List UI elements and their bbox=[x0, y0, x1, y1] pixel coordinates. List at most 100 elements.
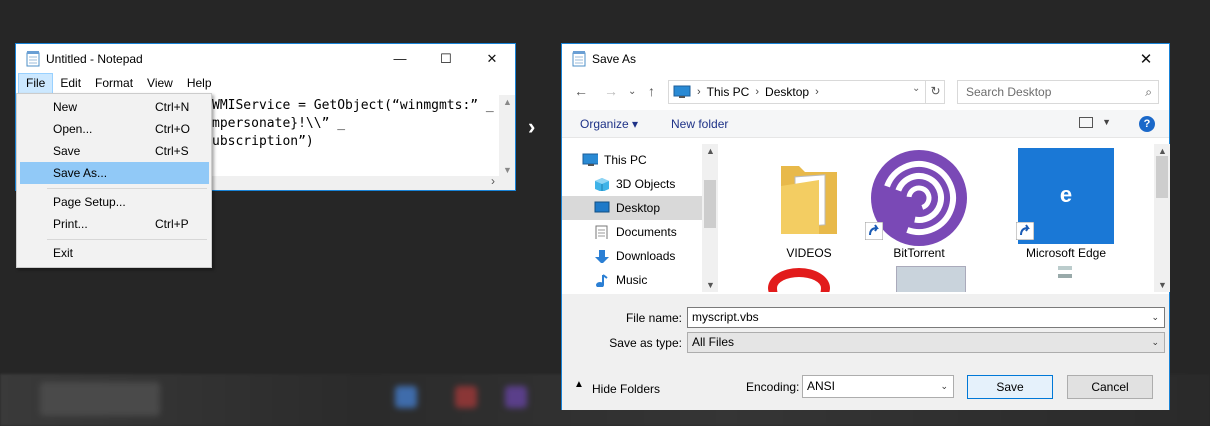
text-line: WMIService = GetObject(“winmgmts:” _ bbox=[212, 98, 494, 113]
dialog-toolbar: Organize ▾ New folder ▼ ? bbox=[562, 110, 1169, 138]
opera-icon bbox=[768, 268, 830, 292]
notepad-title: Untitled - Notepad bbox=[46, 51, 143, 66]
help-icon[interactable]: ? bbox=[1139, 116, 1155, 132]
cancel-button[interactable]: Cancel bbox=[1067, 375, 1153, 399]
search-input[interactable]: Search Desktop ⌕ bbox=[957, 80, 1159, 104]
search-icon: ⌕ bbox=[1145, 85, 1152, 99]
scroll-up-icon[interactable]: ▲ bbox=[1158, 146, 1167, 156]
save-button[interactable]: Save bbox=[967, 375, 1053, 399]
chevron-down-icon[interactable]: ⌄ bbox=[1151, 308, 1159, 327]
close-button[interactable]: ✕ bbox=[469, 44, 515, 73]
file-item-microsoft-edge[interactable]: e Microsoft Edge bbox=[1011, 144, 1121, 264]
refresh-icon[interactable]: ↻ bbox=[925, 80, 945, 104]
menu-edit[interactable]: Edit bbox=[53, 73, 88, 94]
address-row: ← → ⌄ ↑ › This PC › Desktop › ⌄ ↻ Search… bbox=[562, 78, 1169, 104]
dialog-title: Save As bbox=[592, 52, 637, 66]
text-line: mpersonate}!\\” _ bbox=[212, 116, 346, 131]
save-type-value: All Files bbox=[692, 335, 735, 349]
nav-label: Downloads bbox=[616, 249, 676, 263]
nav-item-downloads[interactable]: Downloads bbox=[562, 244, 702, 268]
menu-item-label: Page Setup... bbox=[53, 195, 126, 209]
organize-button[interactable]: Organize ▾ bbox=[580, 117, 638, 131]
menu-item-exit[interactable]: Exit bbox=[20, 242, 209, 264]
menu-help[interactable]: Help bbox=[180, 73, 219, 94]
notepad-menubar: File Edit Format View Help bbox=[16, 73, 515, 94]
taskbar-blur bbox=[505, 386, 527, 408]
save-type-label: Save as type: bbox=[609, 336, 682, 350]
file-list-scrollbar[interactable]: ▲ ▼ bbox=[1154, 144, 1170, 292]
notepad-vertical-scrollbar[interactable]: ▲ ▼ bbox=[499, 95, 515, 177]
chevron-down-icon[interactable]: ⌄ bbox=[1151, 333, 1159, 352]
music-icon bbox=[596, 274, 608, 287]
nav-item-desktop[interactable]: Desktop bbox=[562, 196, 702, 220]
chevron-down-icon[interactable]: ▼ bbox=[1102, 117, 1111, 127]
address-bar[interactable]: › This PC › Desktop › bbox=[668, 80, 945, 104]
encoding-select[interactable]: ANSI ⌄ bbox=[802, 375, 954, 398]
menu-file[interactable]: File bbox=[18, 73, 54, 94]
chevron-up-icon[interactable]: ▲ bbox=[574, 379, 584, 390]
menu-item-label: Exit bbox=[53, 246, 74, 260]
navigation-pane: This PC 3D Objects Desktop Documents Dow… bbox=[562, 144, 718, 292]
menu-item-label: Print... bbox=[53, 217, 88, 231]
view-options-icon[interactable] bbox=[1079, 117, 1093, 128]
forward-arrow-icon[interactable]: → bbox=[604, 83, 618, 99]
menu-item-new[interactable]: New Ctrl+N bbox=[20, 96, 209, 118]
menu-format[interactable]: Format bbox=[88, 73, 140, 94]
encoding-value: ANSI bbox=[807, 379, 836, 393]
menu-item-shortcut: Ctrl+P bbox=[155, 217, 189, 231]
breadcrumb-desktop[interactable]: Desktop bbox=[765, 85, 809, 99]
encoding-label: Encoding: bbox=[746, 380, 800, 394]
file-item-bittorrent[interactable]: BitTorrent bbox=[864, 144, 974, 264]
menu-item-label: Save As... bbox=[53, 166, 108, 180]
close-button[interactable]: ✕ bbox=[1123, 50, 1169, 68]
chevron-right-icon: › bbox=[755, 86, 760, 98]
menu-item-save[interactable]: Save Ctrl+S bbox=[20, 140, 209, 162]
save-type-select[interactable]: All Files ⌄ bbox=[687, 332, 1165, 353]
search-placeholder: Search Desktop bbox=[966, 85, 1052, 99]
file-label: Microsoft Edge bbox=[1025, 246, 1107, 260]
nav-item-this-pc[interactable]: This PC bbox=[562, 148, 702, 172]
nav-item-3d-objects[interactable]: 3D Objects bbox=[562, 172, 702, 196]
chevron-down-icon[interactable]: ⌄ bbox=[912, 83, 920, 94]
chevron-down-icon[interactable]: ⌄ bbox=[628, 86, 636, 97]
maximize-button[interactable]: ☐ bbox=[423, 44, 469, 73]
chevron-down-icon[interactable]: ⌄ bbox=[940, 376, 948, 397]
minimize-button[interactable]: — bbox=[377, 44, 423, 73]
file-item-videos[interactable]: VIDEOS bbox=[754, 144, 864, 264]
menu-item-label: Open... bbox=[53, 122, 93, 136]
shortcut-arrow-icon bbox=[1016, 222, 1034, 240]
scrollbar-thumb[interactable] bbox=[704, 180, 716, 228]
cube-icon bbox=[595, 178, 609, 191]
scroll-right-icon[interactable]: › bbox=[491, 174, 495, 188]
document-thumbnail bbox=[1058, 266, 1072, 292]
navigation-scrollbar[interactable]: ▲ ▼ bbox=[702, 144, 718, 292]
nav-item-documents[interactable]: Documents bbox=[562, 220, 702, 244]
scrollbar-thumb[interactable] bbox=[1156, 156, 1168, 198]
back-arrow-icon[interactable]: ← bbox=[574, 83, 588, 99]
menu-separator bbox=[47, 188, 207, 189]
edge-icon: e bbox=[1059, 182, 1073, 207]
shortcut-arrow-icon bbox=[865, 222, 883, 240]
scroll-down-icon[interactable]: ▼ bbox=[503, 165, 512, 175]
scroll-up-icon[interactable]: ▲ bbox=[706, 146, 715, 156]
nav-label: This PC bbox=[604, 153, 647, 167]
breadcrumb-this-pc[interactable]: This PC bbox=[707, 85, 750, 99]
scroll-down-icon[interactable]: ▼ bbox=[1158, 280, 1167, 290]
file-list: VIDEOS BitTorrent e Microsoft Edge bbox=[718, 144, 1154, 292]
new-folder-button[interactable]: New folder bbox=[671, 117, 728, 131]
dialog-footer: File name: myscript.vbs ⌄ Save as type: … bbox=[562, 294, 1169, 410]
menu-item-open[interactable]: Open... Ctrl+O bbox=[20, 118, 209, 140]
menu-item-save-as[interactable]: Save As... bbox=[20, 162, 209, 184]
file-name-label: File name: bbox=[625, 311, 682, 325]
file-name-field[interactable]: myscript.vbs ⌄ bbox=[687, 307, 1165, 328]
scroll-down-icon[interactable]: ▼ bbox=[706, 280, 715, 290]
menu-item-page-setup[interactable]: Page Setup... bbox=[20, 191, 209, 213]
scroll-up-icon[interactable]: ▲ bbox=[503, 97, 512, 107]
file-label: BitTorrent bbox=[893, 246, 945, 260]
save-as-titlebar: Save As ✕ bbox=[562, 44, 1169, 74]
nav-item-music[interactable]: Music bbox=[562, 268, 702, 292]
up-arrow-icon[interactable]: ↑ bbox=[648, 83, 655, 99]
menu-view[interactable]: View bbox=[140, 73, 180, 94]
menu-item-print[interactable]: Print... Ctrl+P bbox=[20, 213, 209, 235]
hide-folders-button[interactable]: Hide Folders bbox=[592, 382, 660, 396]
